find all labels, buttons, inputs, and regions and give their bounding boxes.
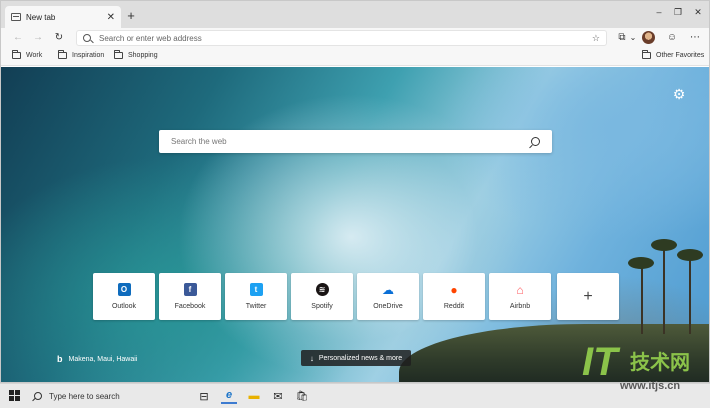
gear-icon[interactable]: ⚙ xyxy=(672,87,686,101)
folder-icon xyxy=(58,50,67,59)
tab-strip: New tab ✕ + – ❐ ✕ xyxy=(1,1,709,28)
forward-button[interactable]: → xyxy=(30,30,46,46)
add-tile-button[interactable]: + xyxy=(557,273,619,320)
favorite-star-icon[interactable]: ☆ xyxy=(592,33,600,44)
tile-reddit[interactable]: ● Reddit xyxy=(423,273,485,320)
watermark-url: www.itjs.cn xyxy=(620,380,681,392)
search-icon[interactable] xyxy=(531,137,540,146)
web-search-placeholder: Search the web xyxy=(171,137,227,146)
tile-spotify[interactable]: ≋ Spotify xyxy=(291,273,353,320)
airbnb-icon: ⌂ xyxy=(516,282,524,297)
search-icon xyxy=(34,392,42,400)
palm-tree xyxy=(663,244,665,334)
tile-onedrive[interactable]: ☁ OneDrive xyxy=(357,273,419,320)
web-search-input[interactable]: Search the web xyxy=(159,130,552,153)
twitter-icon: t xyxy=(249,283,263,296)
palm-tree xyxy=(677,249,703,261)
close-window-button[interactable]: ✕ xyxy=(687,7,709,18)
favorite-label: Inspiration xyxy=(72,52,105,59)
arrow-down-icon: ↓ xyxy=(309,353,314,363)
new-tab-background xyxy=(1,67,709,382)
tile-label: Facebook xyxy=(174,303,206,310)
taskbar-search[interactable]: Type here to search xyxy=(30,387,190,405)
windows-start-icon[interactable] xyxy=(9,390,21,402)
folder-icon xyxy=(114,50,123,59)
browser-window: New tab ✕ + – ❐ ✕ ← → ↻ Search or enter … xyxy=(0,0,710,383)
favorite-shopping[interactable]: Shopping xyxy=(114,50,158,59)
bing-icon: b xyxy=(57,354,63,364)
folder-icon xyxy=(12,50,21,59)
palm-tree xyxy=(628,257,654,269)
location-label: Makena, Maui, Hawaii xyxy=(68,355,138,363)
maximize-button[interactable]: ❐ xyxy=(667,7,689,18)
folder-icon xyxy=(642,50,651,59)
tile-label: Airbnb xyxy=(509,303,531,310)
site-watermark: IT 技术网 www.itjs.cn xyxy=(582,340,710,404)
palm-tree xyxy=(651,239,677,251)
watermark-logo: IT xyxy=(582,340,618,384)
personalized-news-button[interactable]: ↓ Personalized news & more xyxy=(301,350,411,366)
favorite-inspiration[interactable]: Inspiration xyxy=(58,50,105,59)
tab-close-icon[interactable]: ✕ xyxy=(107,12,115,23)
taskbar-search-placeholder: Type here to search xyxy=(49,391,120,401)
tile-label: Twitter xyxy=(245,303,267,310)
facebook-icon: f xyxy=(183,283,197,296)
outlook-icon: O xyxy=(117,283,131,296)
news-label: Personalized news & more xyxy=(318,354,403,362)
task-view-icon[interactable]: ⊟ xyxy=(196,388,212,404)
watermark-brand: 技术网 xyxy=(630,352,690,374)
tile-label: Outlook xyxy=(111,303,137,310)
quick-links: O Outlook f Facebook t Twitter ≋ Spotify… xyxy=(93,273,619,321)
favorites-bar: Work Inspiration Shopping Other Favorite… xyxy=(1,48,709,66)
address-bar[interactable]: Search or enter web address ☆ xyxy=(76,30,607,46)
tile-label: OneDrive xyxy=(373,303,403,310)
other-favorites-label: Other Favorites xyxy=(656,52,705,59)
search-icon xyxy=(83,34,91,42)
spotify-icon: ≋ xyxy=(315,283,329,296)
address-placeholder: Search or enter web address xyxy=(99,33,202,43)
favorite-work[interactable]: Work xyxy=(12,50,43,59)
tile-facebook[interactable]: f Facebook xyxy=(159,273,221,320)
tile-airbnb[interactable]: ⌂ Airbnb xyxy=(489,273,551,320)
new-tab-page-icon xyxy=(11,13,21,21)
emoji-icon[interactable]: ☺ xyxy=(664,30,680,46)
back-button[interactable]: ← xyxy=(10,30,26,46)
profile-avatar[interactable] xyxy=(642,31,655,44)
chevron-down-icon[interactable]: ⌄ xyxy=(625,30,641,46)
other-favorites[interactable]: Other Favorites xyxy=(642,50,705,59)
onedrive-icon: ☁ xyxy=(382,282,394,297)
tile-outlook[interactable]: O Outlook xyxy=(93,273,155,320)
store-icon[interactable]: 🛍 xyxy=(294,388,310,404)
edge-icon[interactable]: e xyxy=(221,388,237,404)
tab-new-tab[interactable]: New tab ✕ xyxy=(5,6,121,28)
new-tab-button[interactable]: + xyxy=(124,9,138,23)
refresh-button[interactable]: ↻ xyxy=(51,30,67,46)
plus-icon: + xyxy=(583,287,593,305)
reddit-icon: ● xyxy=(450,282,458,297)
toolbar: ← → ↻ Search or enter web address ☆ ⧉ ⌄ … xyxy=(1,28,709,48)
tile-label: Spotify xyxy=(311,303,333,310)
more-menu-icon[interactable]: ⋯ xyxy=(687,30,703,46)
mail-icon[interactable]: ✉ xyxy=(270,388,286,404)
palm-tree xyxy=(641,264,643,334)
file-explorer-icon[interactable]: ▬ xyxy=(246,388,262,404)
image-location[interactable]: b Makena, Maui, Hawaii xyxy=(57,354,137,364)
tab-title: New tab xyxy=(26,12,56,22)
favorite-label: Shopping xyxy=(128,52,158,59)
tile-label: Reddit xyxy=(443,303,465,310)
favorite-label: Work xyxy=(26,52,43,59)
palm-tree xyxy=(689,254,691,334)
tile-twitter[interactable]: t Twitter xyxy=(225,273,287,320)
